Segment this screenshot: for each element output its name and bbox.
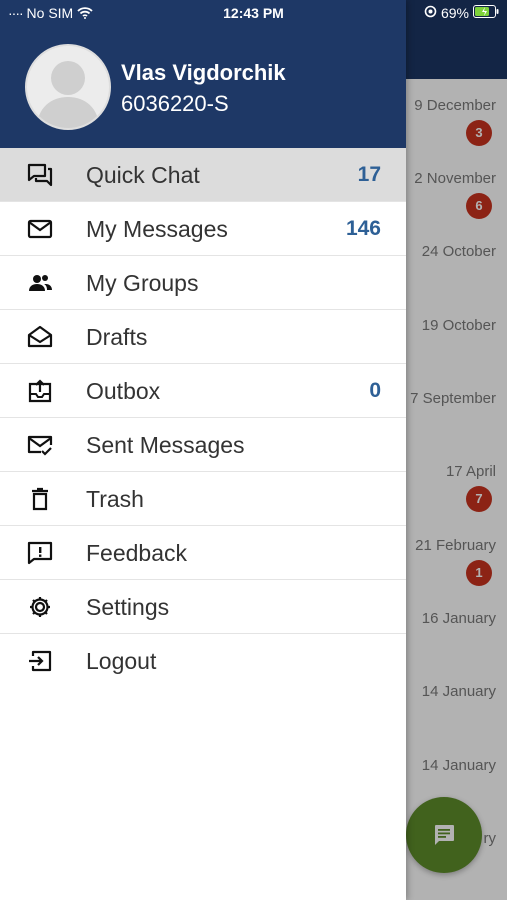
menu-item-label: Sent Messages xyxy=(86,432,245,458)
menu-item-outbox[interactable]: Outbox 0 xyxy=(0,364,406,418)
drawer-menu: Quick Chat 17 My Messages 146 My Groups xyxy=(0,148,406,687)
battery-icon xyxy=(473,5,499,21)
menu-item-label: Logout xyxy=(86,648,157,674)
avatar[interactable] xyxy=(25,44,111,130)
outbox-icon xyxy=(28,379,52,403)
open-envelope-icon xyxy=(27,325,53,348)
status-right: 69% xyxy=(424,5,499,21)
menu-item-logout[interactable]: Logout xyxy=(0,634,406,687)
feedback-icon xyxy=(27,541,53,565)
menu-item-label: Trash xyxy=(86,486,144,512)
user-id: 6036220-S xyxy=(121,91,229,116)
menu-item-count: 0 xyxy=(369,379,381,402)
menu-item-count: 146 xyxy=(345,217,381,240)
menu-item-label: Outbox xyxy=(86,378,161,404)
logout-icon xyxy=(29,650,52,672)
quick-chat-icon xyxy=(27,163,53,187)
menu-item-sent-messages[interactable]: Sent Messages xyxy=(0,418,406,472)
menu-item-trash[interactable]: Trash xyxy=(0,472,406,526)
orientation-lock-icon xyxy=(424,5,437,21)
navigation-drawer: Vlas Vigdorchik 6036220-S Quick Chat 17 … xyxy=(0,0,406,900)
menu-item-count: 17 xyxy=(357,163,381,186)
menu-item-label: Settings xyxy=(86,594,170,620)
menu-item-feedback[interactable]: Feedback xyxy=(0,526,406,580)
envelope-check-icon xyxy=(27,435,53,456)
menu-item-label: Drafts xyxy=(86,324,148,350)
menu-item-my-messages[interactable]: My Messages 146 xyxy=(0,202,406,256)
envelope-icon xyxy=(27,219,53,239)
battery-percent: 69% xyxy=(440,5,469,21)
menu-item-label: Quick Chat xyxy=(86,162,200,188)
menu-item-quick-chat[interactable]: Quick Chat 17 xyxy=(0,148,406,202)
person-placeholder-icon xyxy=(37,61,99,128)
user-name: Vlas Vigdorchik xyxy=(121,60,286,85)
menu-item-settings[interactable]: Settings xyxy=(0,580,406,634)
status-bar: ···· No SIM 12:43 PM 69% xyxy=(0,0,507,26)
menu-item-label: Feedback xyxy=(86,540,188,566)
trash-icon xyxy=(32,487,48,511)
menu-item-label: My Messages xyxy=(86,216,228,242)
group-icon xyxy=(29,275,52,291)
menu-item-drafts[interactable]: Drafts xyxy=(0,310,406,364)
menu-item-my-groups[interactable]: My Groups xyxy=(0,256,406,310)
gear-icon xyxy=(30,597,50,617)
menu-item-label: My Groups xyxy=(86,270,199,296)
